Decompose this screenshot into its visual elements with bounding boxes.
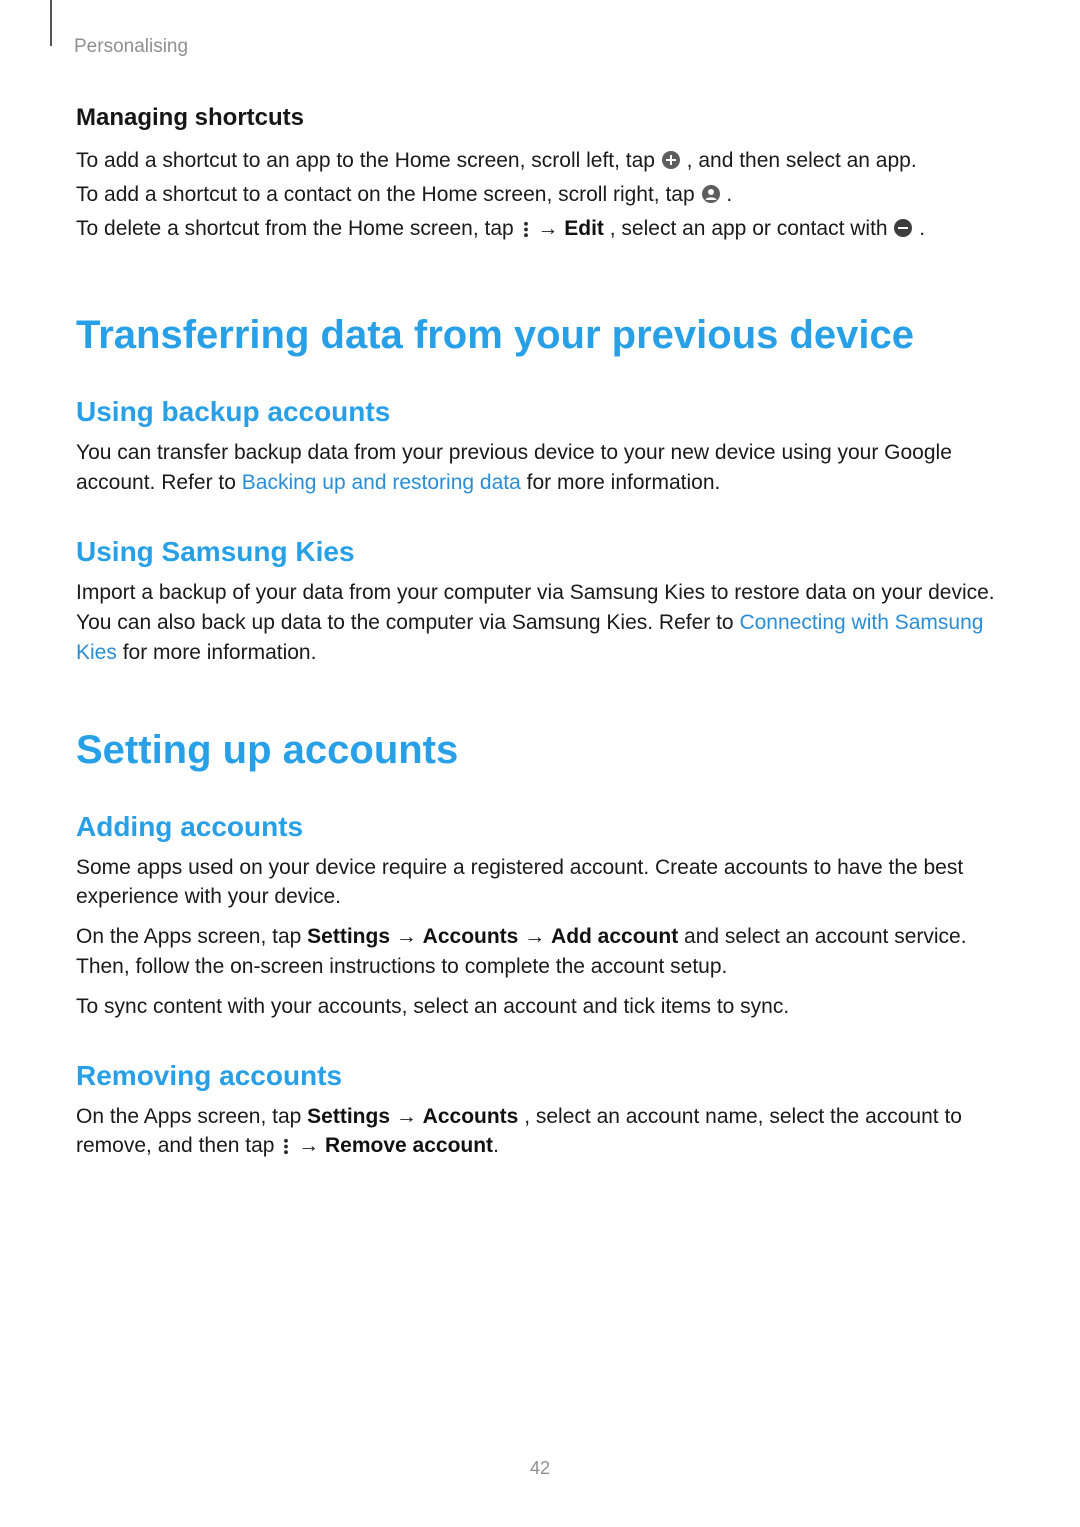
paragraph: To sync content with your accounts, sele… [76, 992, 1004, 1022]
more-options-icon [280, 1137, 292, 1156]
heading-using-samsung-kies: Using Samsung Kies [76, 536, 1004, 568]
heading-using-backup-accounts: Using backup accounts [76, 396, 1004, 428]
body-text: . [919, 217, 925, 240]
arrow-text: → [518, 925, 551, 948]
body-text: On the Apps screen, tap [76, 1105, 307, 1128]
ui-label-settings: Settings [307, 925, 390, 948]
ui-label-settings: Settings [307, 1105, 390, 1128]
paragraph: To add a shortcut to an app to the Home … [76, 146, 1004, 176]
arrow-text: → [390, 1105, 423, 1128]
body-text: for more information. [123, 641, 317, 664]
heading-setting-up-accounts: Setting up accounts [76, 728, 1004, 773]
heading-transferring-data: Transferring data from your previous dev… [76, 313, 1004, 358]
body-text: On the Apps screen, tap [76, 925, 307, 948]
body-text: , and then select an app. [687, 149, 917, 172]
plus-circle-icon [661, 150, 681, 170]
more-options-icon [520, 220, 532, 239]
heading-managing-shortcuts: Managing shortcuts [76, 104, 1004, 132]
body-text: . [726, 183, 732, 206]
arrow-text: → [390, 925, 423, 948]
ui-label-edit: Edit [564, 217, 604, 240]
link-backing-up-restoring[interactable]: Backing up and restoring data [242, 471, 521, 494]
paragraph: On the Apps screen, tap Settings → Accou… [76, 922, 1004, 982]
paragraph: To add a shortcut to a contact on the Ho… [76, 180, 1004, 210]
paragraph: To delete a shortcut from the Home scree… [76, 214, 1004, 244]
breadcrumb: Personalising [74, 36, 1004, 58]
contact-circle-icon [701, 184, 721, 204]
body-text: To add a shortcut to an app to the Home … [76, 149, 661, 172]
paragraph: Import a backup of your data from your c… [76, 578, 1004, 667]
body-text: To add a shortcut to a contact on the Ho… [76, 183, 701, 206]
ui-label-remove-account: Remove account [325, 1134, 493, 1157]
page-number: 42 [0, 1458, 1080, 1479]
ui-label-accounts: Accounts [423, 925, 519, 948]
minus-circle-icon [893, 218, 913, 238]
manual-page: Personalising Managing shortcuts To add … [0, 0, 1080, 1527]
paragraph: You can transfer backup data from your p… [76, 438, 1004, 498]
ui-label-accounts: Accounts [423, 1105, 519, 1128]
header-crop-mark [50, 0, 52, 46]
body-text: for more information. [527, 471, 721, 494]
heading-removing-accounts: Removing accounts [76, 1060, 1004, 1092]
body-text: . [493, 1134, 499, 1157]
arrow-text: → [298, 1134, 325, 1157]
paragraph: Some apps used on your device require a … [76, 853, 1004, 913]
body-text: , select an app or contact with [610, 217, 894, 240]
heading-adding-accounts: Adding accounts [76, 811, 1004, 843]
ui-label-add-account: Add account [551, 925, 678, 948]
paragraph: On the Apps screen, tap Settings → Accou… [76, 1102, 1004, 1162]
body-text: To delete a shortcut from the Home scree… [76, 217, 520, 240]
arrow-text: → [537, 217, 564, 240]
